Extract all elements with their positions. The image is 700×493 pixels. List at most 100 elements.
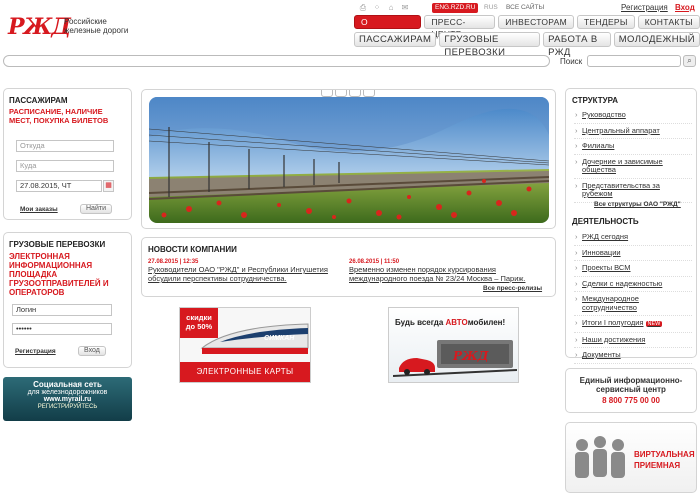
social-line2: для железнодорожников — [27, 389, 108, 396]
activity-item[interactable]: Инновации — [574, 248, 692, 261]
passengers-panel: ПАССАЖИРАМ РАСПИСАНИЕ, НАЛИЧИЕ МЕСТ, ПОК… — [3, 88, 132, 220]
news-text[interactable]: Временно изменен порядок курсирования ме… — [349, 265, 549, 283]
service-phone[interactable]: 8 800 775 00 00 — [566, 396, 696, 405]
new-badge: NEW — [645, 321, 663, 327]
activity-title: ДЕЯТЕЛЬНОСТЬ — [572, 217, 639, 226]
structure-item[interactable]: Руководство — [574, 110, 692, 124]
service-line2: сервисный центр — [596, 385, 666, 394]
cargo-title: ГРУЗОВЫЕ ПЕРЕВОЗКИ — [9, 240, 106, 249]
social-site: www.myrail.ru — [43, 396, 92, 403]
ticker-bar — [3, 55, 550, 67]
tab-youth[interactable]: МОЛОДЕЖНЫЙ — [613, 32, 700, 47]
cargo-panel: ГРУЗОВЫЕ ПЕРЕВОЗКИ ЭЛЕКТРОННАЯ ИНФОРМАЦИ… — [3, 232, 132, 368]
virtual-reception-title: ВИРТУАЛЬНАЯ ПРИЕМНАЯ — [634, 449, 695, 471]
print-icon[interactable]: ⎙ — [356, 3, 370, 13]
my-orders-link[interactable]: Мои заказы — [20, 206, 58, 213]
tab-about[interactable]: О КОМПАНИИ — [354, 15, 422, 39]
tab-passengers[interactable]: ПАССАЖИРАМ — [354, 32, 437, 47]
activity-item-label[interactable]: Итоги I полугодия — [582, 318, 644, 327]
rus-label[interactable]: RUS — [484, 4, 498, 11]
right-menu-panel: СТРУКТУРА Руководство Центральный аппара… — [565, 88, 697, 364]
auto-slogan-highlight: АВТО — [445, 318, 468, 327]
cargo-login-button[interactable]: Вход — [78, 346, 106, 356]
activity-item[interactable]: Наши достижения — [574, 335, 692, 348]
tab-contacts[interactable]: КОНТАКТЫ — [637, 15, 700, 29]
virtual-reception-banner[interactable]: ВИРТУАЛЬНАЯ ПРИЕМНАЯ — [565, 422, 697, 493]
logo-text: Российские железные дороги — [64, 17, 144, 35]
tab-cargo[interactable]: ГРУЗОВЫЕ ПЕРЕВОЗКИ — [439, 32, 541, 58]
auto-banner[interactable]: Будь всегда АВТОмобилен! РЖД — [388, 307, 519, 383]
news-panel: НОВОСТИ КОМПАНИИ 27.08.2015 | 12:35 Руко… — [141, 237, 556, 297]
activity-item[interactable]: РЖД сегодня — [574, 232, 692, 246]
password-input[interactable]: •••••• — [12, 323, 112, 335]
social-line1: Социальная сеть — [33, 380, 102, 389]
register-link[interactable]: Регистрация — [621, 3, 668, 12]
auto-slogan-suffix: мобилен! — [467, 318, 506, 327]
login-link[interactable]: Вход — [675, 3, 695, 12]
structure-title: СТРУКТУРА — [572, 96, 619, 105]
news-item[interactable]: 26.08.2015 | 11:50 Временно изменен поря… — [349, 259, 549, 283]
structure-item[interactable]: Представительства за рубежом — [574, 181, 692, 203]
social-cta: РЕГИСТРИРУЙТЕСЬ — [37, 404, 98, 410]
people-icon — [575, 436, 625, 478]
structure-list: Руководство Центральный аппарат Филиалы … — [574, 110, 692, 206]
login-input[interactable]: Логин — [12, 304, 112, 316]
to-input[interactable]: Куда — [16, 160, 114, 172]
news-item[interactable]: 27.08.2015 | 12:35 Руководители ОАО "РЖД… — [148, 259, 343, 283]
activity-item[interactable]: Сделки с надежностью — [574, 279, 692, 292]
passengers-subtitle[interactable]: РАСПИСАНИЕ, НАЛИЧИЕ МЕСТ, ПОКУПКА БИЛЕТО… — [9, 107, 127, 125]
all-structures-link[interactable]: Все структуры ОАО "РЖД" — [594, 201, 681, 208]
tab-careers[interactable]: РАБОТА В РЖД — [543, 32, 611, 58]
rzd-logo[interactable]: РЖД Российские железные дороги — [8, 14, 138, 42]
logo-mark: РЖД — [8, 14, 71, 40]
from-input[interactable]: Откуда — [16, 140, 114, 152]
slide-dot[interactable] — [349, 90, 361, 97]
slide-dot[interactable] — [335, 90, 347, 97]
activity-list: РЖД сегодня Инновации Проекты ВСМ Сделки… — [574, 232, 692, 367]
find-button[interactable]: Найти — [80, 204, 112, 214]
activity-item[interactable]: Проекты ВСМ — [574, 263, 692, 277]
structure-item[interactable]: Дочерние и зависимые общества — [574, 157, 692, 179]
passengers-title: ПАССАЖИРАМ — [9, 96, 68, 105]
hero-image[interactable] — [149, 97, 549, 223]
reception-line2: ПРИЕМНАЯ — [634, 461, 681, 470]
tab-press[interactable]: ПРЕСС-ЦЕНТР — [424, 15, 496, 39]
news-title: НОВОСТИ КОМПАНИИ — [148, 245, 237, 254]
reception-line1: ВИРТУАЛЬНАЯ — [634, 450, 695, 459]
tab-investors[interactable]: ИНВЕСТОРАМ — [498, 15, 574, 29]
all-sites-link[interactable]: ВСЕ САЙТЫ — [506, 4, 544, 11]
service-center-panel: Единый информационно- сервисный центр 8 … — [565, 368, 697, 413]
mail-icon[interactable]: ✉ — [398, 3, 412, 12]
social-network-banner[interactable]: Социальная сеть для железнодорожников ww… — [3, 377, 132, 421]
cargo-subtitle[interactable]: ЭЛЕКТРОННАЯ ИНФОРМАЦИОННАЯ ПЛОЩАДКА ГРУЗ… — [9, 252, 127, 297]
slide-dot[interactable] — [363, 90, 375, 97]
cargo-register-link[interactable]: Регистрация — [15, 348, 56, 355]
activity-item[interactable]: Документы — [574, 350, 692, 364]
car-train-image: РЖД — [393, 340, 517, 377]
electronic-cards-button[interactable]: ЭЛЕКТРОННЫЕ КАРТЫ — [180, 362, 310, 382]
structure-item[interactable]: Филиалы — [574, 141, 692, 155]
all-press-link[interactable]: Все пресс-релизы — [483, 285, 542, 292]
activity-item-results[interactable]: Итоги I полугодияNEW — [574, 318, 692, 333]
logo-line2: железные дороги — [64, 26, 129, 35]
search-button[interactable]: ⌕ — [683, 55, 696, 67]
search-label: Поиск — [560, 57, 583, 66]
activity-item[interactable]: Международное сотрудничество — [574, 294, 692, 316]
electronic-cards-banner[interactable]: скидки до 50% СИМКАН ЭЛЕКТРОННЫЕ КАРТЫ — [179, 307, 311, 383]
eng-site-button[interactable]: ENG.RZD.RU — [432, 3, 479, 13]
structure-item[interactable]: Центральный аппарат — [574, 126, 692, 139]
slide-dot[interactable] — [321, 90, 333, 97]
news-text[interactable]: Руководители ОАО "РЖД" и Республики Ингу… — [148, 265, 343, 283]
tab-tenders[interactable]: ТЕНДЕРЫ — [577, 15, 635, 29]
calendar-icon[interactable]: ▦ — [103, 180, 114, 192]
home-icon[interactable]: ⌂ — [384, 3, 398, 12]
sitemap-icon[interactable]: ⁘ — [370, 3, 384, 12]
auto-slogan-prefix: Будь всегда — [395, 318, 446, 327]
top-nav: О КОМПАНИИ ПРЕСС-ЦЕНТР ИНВЕСТОРАМ ТЕНДЕР… — [354, 15, 700, 39]
date-input[interactable]: 27.08.2015, ЧТ — [16, 180, 102, 192]
logo-line1: Российские — [64, 17, 107, 26]
main-nav: ПАССАЖИРАМ ГРУЗОВЫЕ ПЕРЕВОЗКИ РАБОТА В Р… — [354, 32, 700, 58]
search-icon: ⌕ — [687, 56, 692, 65]
search-input[interactable] — [587, 55, 681, 67]
auto-slogan: Будь всегда АВТОмобилен! — [395, 318, 505, 327]
